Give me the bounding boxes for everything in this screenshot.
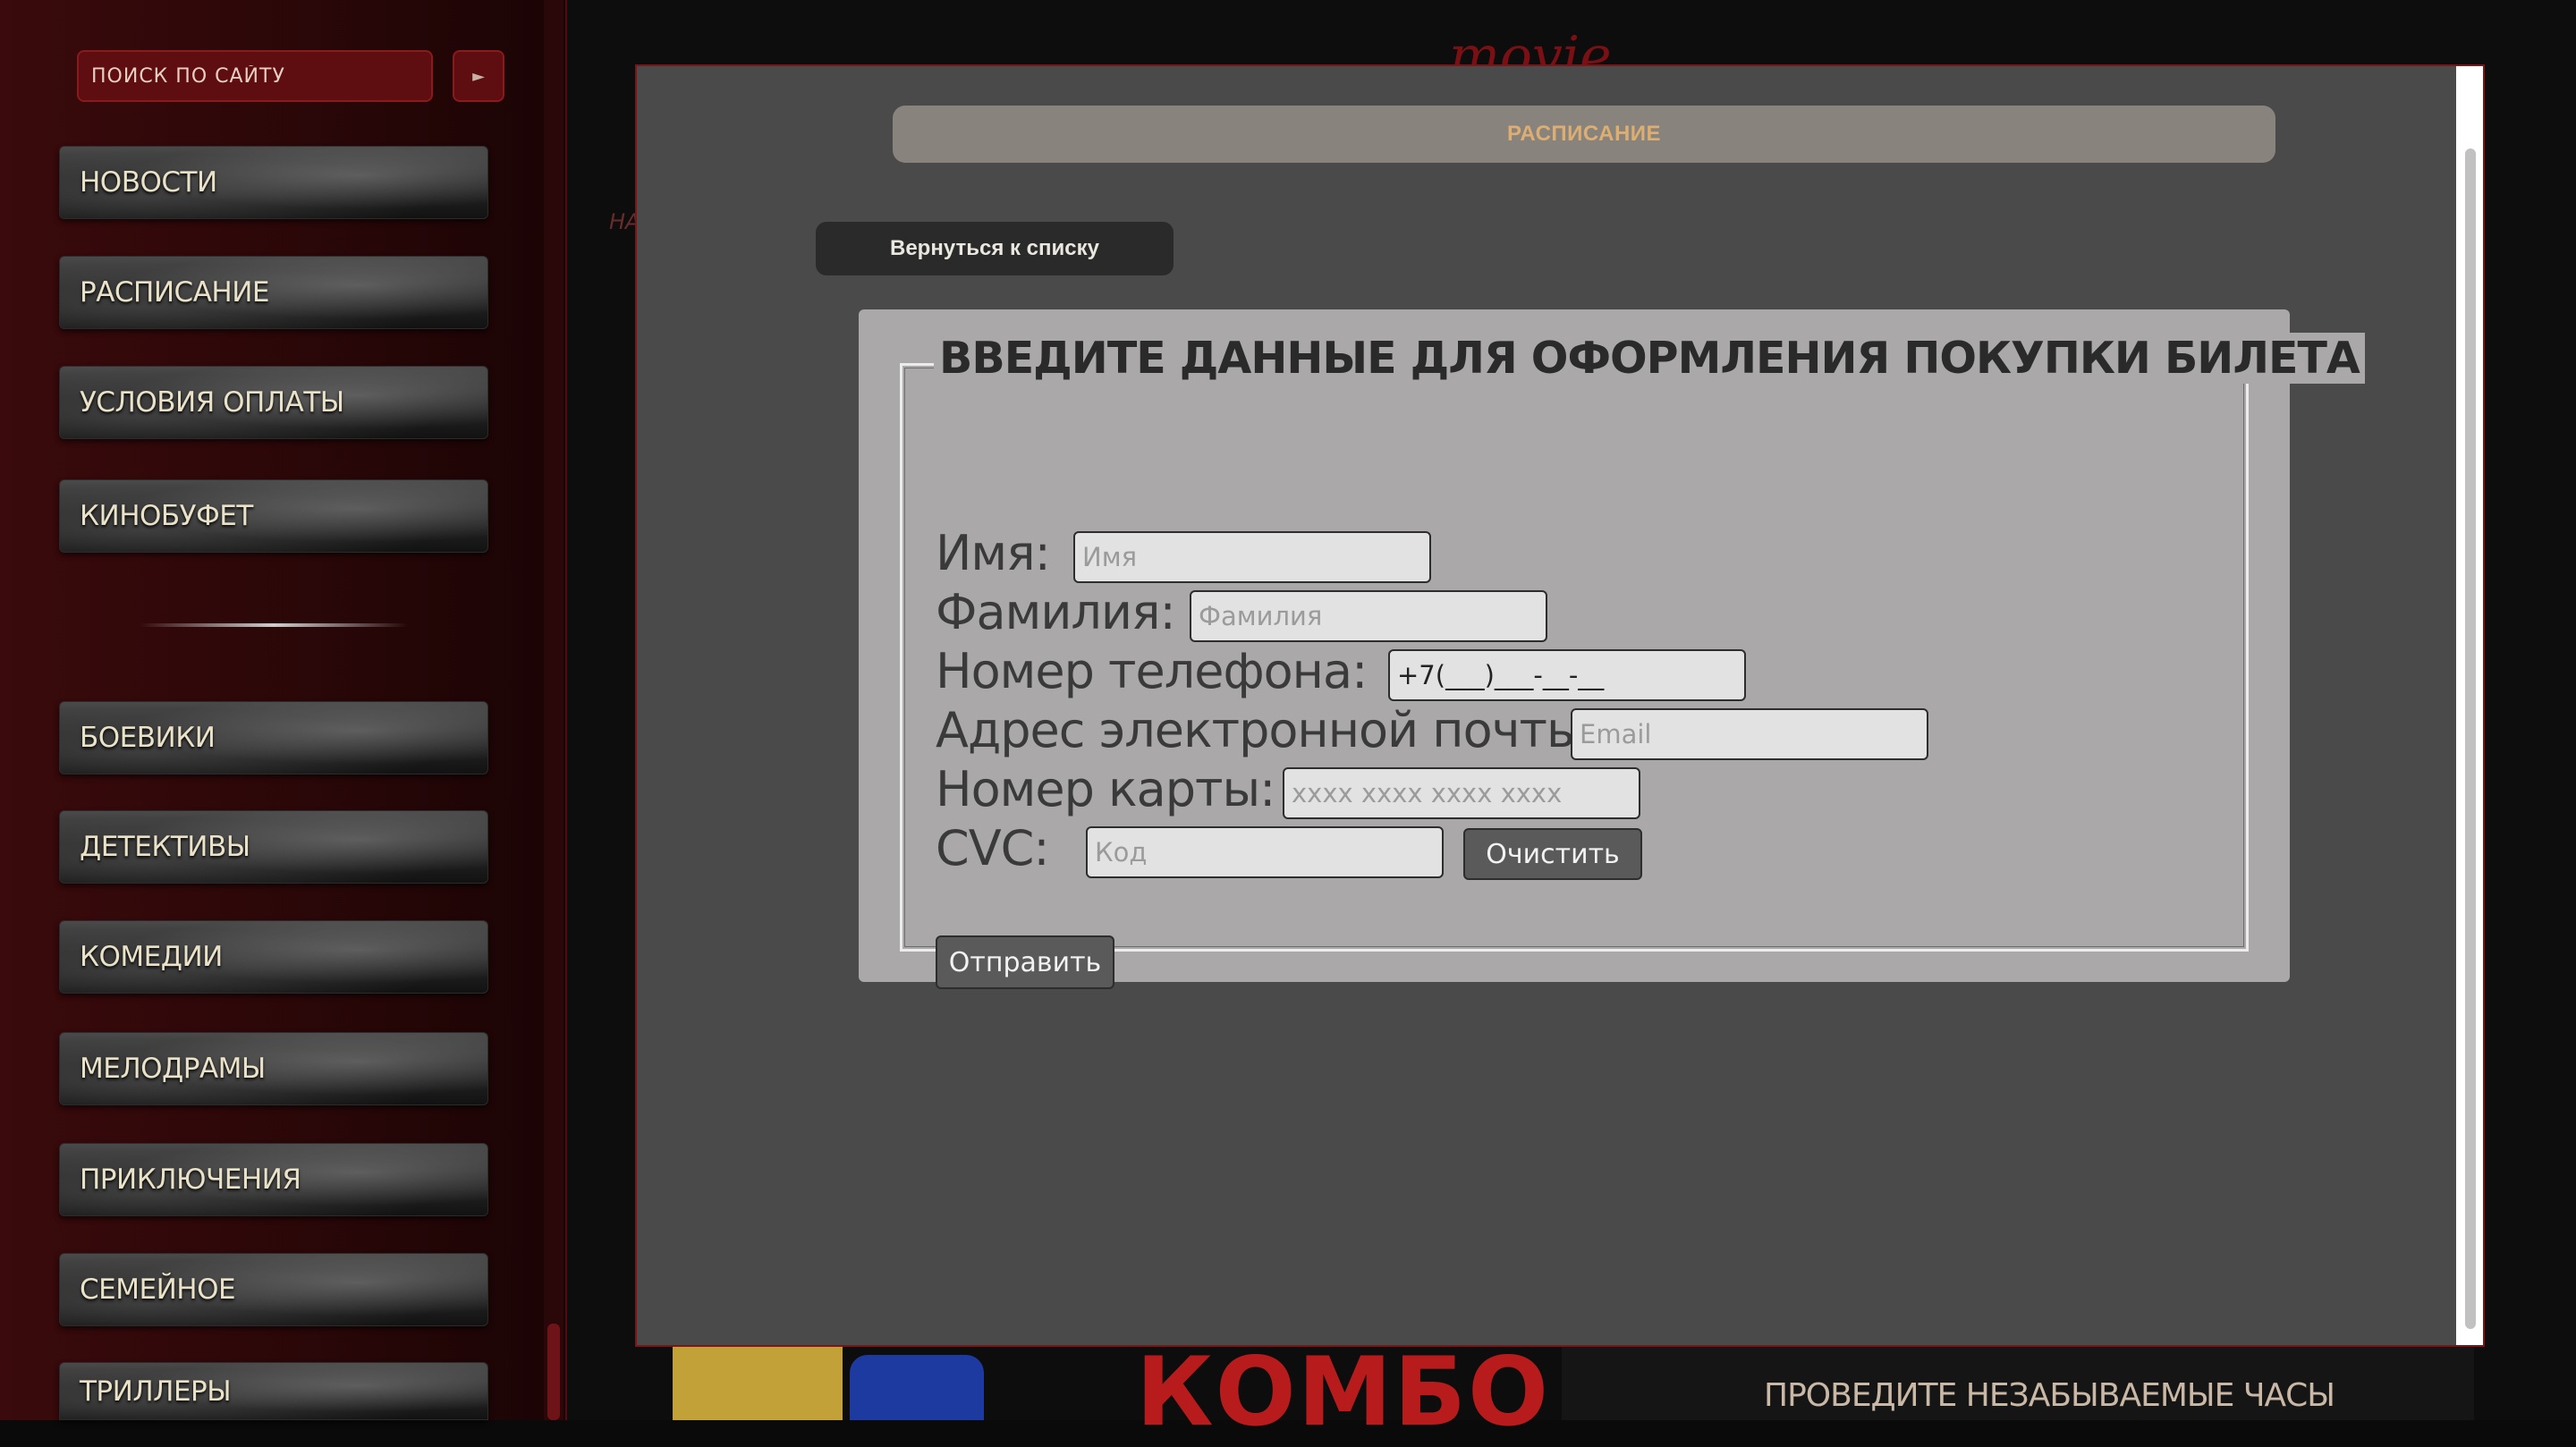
sidebar-item-schedule[interactable]: РАСПИСАНИЕ	[59, 256, 488, 329]
sidebar-item-label: ДЕТЕКТИВЫ	[80, 831, 250, 863]
sidebar-item-payment-terms[interactable]: УСЛОВИЯ ОПЛАТЫ	[59, 366, 488, 439]
sidebar-scrollbar-thumb[interactable]	[547, 1324, 560, 1420]
sidebar-item-family[interactable]: СЕМЕЙНОЕ	[59, 1253, 488, 1326]
arrow-right-icon: ►	[472, 66, 485, 86]
name-label: Имя:	[936, 525, 1051, 581]
form-legend: ВВЕДИТЕ ДАННЫЕ ДЛЯ ОФОРМЛЕНИЯ ПОКУПКИ БИ…	[934, 333, 2365, 384]
sidebar-item-label: КИНОБУФЕТ	[80, 500, 253, 532]
name-field[interactable]	[1073, 531, 1431, 583]
search-input[interactable]	[77, 50, 433, 102]
sidebar-item-snack-bar[interactable]: КИНОБУФЕТ	[59, 479, 488, 553]
ticket-purchase-modal: РАСПИСАНИЕ Вернуться к списку ВВЕДИТЕ ДА…	[635, 64, 2485, 1347]
combo-banner-title: КОМБО	[1136, 1337, 1551, 1447]
surname-field[interactable]	[1190, 590, 1547, 642]
submit-button[interactable]: Отправить	[936, 935, 1114, 989]
sidebar-item-label: НОВОСТИ	[80, 166, 217, 199]
phone-field[interactable]	[1388, 649, 1746, 701]
sidebar-item-label: РАСПИСАНИЕ	[80, 276, 270, 309]
promo-banner-text: ПРОВЕДИТЕ НЕЗАБЫВАЕМЫЕ ЧАСЫ	[1764, 1377, 2335, 1414]
phone-label: Номер телефона:	[936, 643, 1368, 699]
tab-schedule[interactable]: РАСПИСАНИЕ	[893, 106, 2275, 163]
modal-scrollbar-thumb[interactable]	[2465, 148, 2476, 1329]
sidebar-item-label: УСЛОВИЯ ОПЛАТЫ	[80, 386, 344, 419]
clear-button[interactable]: Очистить	[1463, 828, 1642, 880]
sidebar-item-news[interactable]: НОВОСТИ	[59, 146, 488, 219]
sidebar-item-label: СЕМЕЙНОЕ	[80, 1274, 236, 1306]
sidebar-divider	[140, 623, 408, 627]
sidebar-item-label: ПРИКЛЮЧЕНИЯ	[80, 1164, 301, 1196]
sidebar-item-adventure[interactable]: ПРИКЛЮЧЕНИЯ	[59, 1143, 488, 1216]
clear-button-label: Очистить	[1486, 838, 1620, 870]
sidebar-item-detective[interactable]: ДЕТЕКТИВЫ	[59, 810, 488, 884]
drink-cup-image	[850, 1355, 984, 1420]
cvc-label: CVC:	[936, 820, 1050, 876]
sidebar-item-thriller[interactable]: ТРИЛЛЕРЫ	[59, 1362, 488, 1420]
sidebar-item-comedy[interactable]: КОМЕДИИ	[59, 920, 488, 994]
card-number-label: Номер карты:	[936, 761, 1275, 817]
sidebar-item-label: ТРИЛЛЕРЫ	[80, 1375, 232, 1408]
sidebar-item-action[interactable]: БОЕВИКИ	[59, 701, 488, 774]
sidebar-item-label: БОЕВИКИ	[80, 722, 216, 754]
sidebar: ► НОВОСТИ РАСПИСАНИЕ УСЛОВИЯ ОПЛАТЫ КИНО…	[0, 0, 567, 1420]
cvc-field[interactable]	[1086, 826, 1444, 878]
email-field[interactable]	[1571, 708, 1928, 760]
email-label: Адрес электронной почты:	[936, 702, 1600, 758]
back-to-list-label: Вернуться к списку	[890, 236, 1099, 260]
sidebar-item-label: МЕЛОДРАМЫ	[80, 1053, 266, 1085]
card-number-field[interactable]	[1283, 767, 1640, 819]
search-submit-button[interactable]: ►	[453, 50, 504, 102]
surname-label: Фамилия:	[936, 584, 1176, 640]
popcorn-image	[673, 1341, 843, 1420]
sidebar-item-melodrama[interactable]: МЕЛОДРАМЫ	[59, 1032, 488, 1105]
purchase-form: ВВЕДИТЕ ДАННЫЕ ДЛЯ ОФОРМЛЕНИЯ ПОКУПКИ БИ…	[859, 309, 2365, 989]
back-to-list-button[interactable]: Вернуться к списку	[816, 222, 1174, 275]
modal-scrollbar[interactable]	[2456, 66, 2483, 1345]
sidebar-scrollbar[interactable]	[544, 0, 564, 1420]
submit-button-label: Отправить	[948, 946, 1102, 978]
sidebar-item-label: КОМЕДИИ	[80, 941, 223, 973]
tab-schedule-label: РАСПИСАНИЕ	[1506, 122, 1662, 146]
